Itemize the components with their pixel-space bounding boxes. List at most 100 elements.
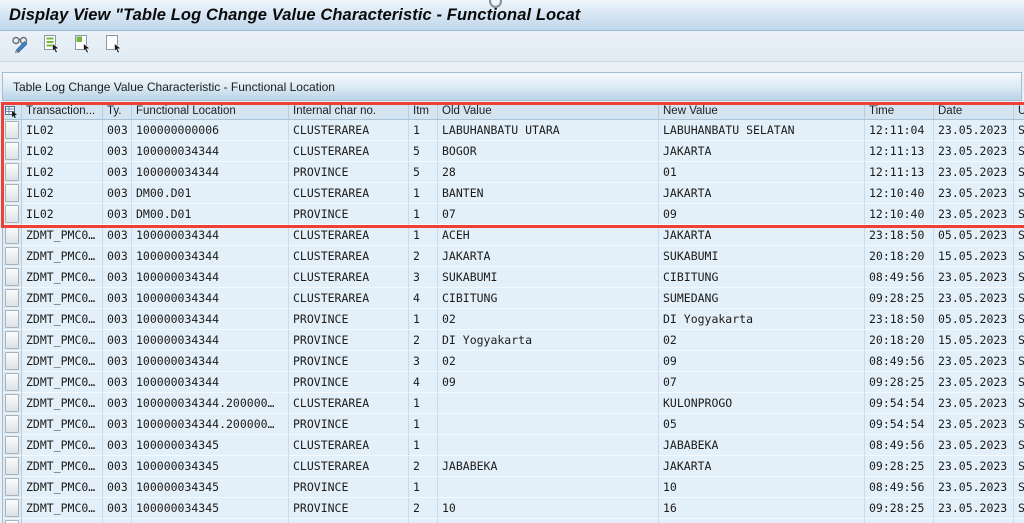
cell-date[interactable]: 23.05.2023: [934, 120, 1014, 141]
cell-itm[interactable]: 1: [409, 414, 438, 435]
cell-transaction[interactable]: ZDMT_PMC0…: [22, 498, 103, 519]
cell-date[interactable]: 23.05.2023: [934, 204, 1014, 225]
row-selector[interactable]: [3, 330, 22, 351]
row-selector-button[interactable]: [5, 310, 19, 328]
cell-date[interactable]: 23.05.2023: [934, 456, 1014, 477]
cell-itm[interactable]: 4: [409, 288, 438, 309]
cell-functional-location[interactable]: 100000034344: [132, 162, 289, 183]
cell-time[interactable]: 12:10:40: [865, 183, 934, 204]
column-header-date[interactable]: Date: [934, 104, 1014, 120]
cell-functional-location[interactable]: DM00.D01: [132, 183, 289, 204]
cell-itm[interactable]: 5: [409, 162, 438, 183]
cell-user[interactable]: S: [1014, 267, 1024, 288]
cell-type[interactable]: 003: [103, 225, 132, 246]
cell-functional-location[interactable]: 100000034344: [132, 225, 289, 246]
row-selector[interactable]: [3, 456, 22, 477]
cell-new-value[interactable]: 10: [659, 477, 865, 498]
cell-transaction[interactable]: IL02: [22, 120, 103, 141]
cell-user[interactable]: S: [1014, 330, 1024, 351]
cell-itm[interactable]: 1: [409, 225, 438, 246]
cell-functional-location[interactable]: 100000034344: [132, 246, 289, 267]
cell-itm[interactable]: 1: [409, 435, 438, 456]
cell-new-value[interactable]: JAKARTA: [659, 456, 865, 477]
cell-old-value[interactable]: LABUHANBATU UTARA: [438, 120, 659, 141]
row-selector-button[interactable]: [5, 394, 19, 412]
cell-date[interactable]: 05.05.2023: [934, 225, 1014, 246]
row-selector[interactable]: [3, 204, 22, 225]
cell-new-value[interactable]: 05: [659, 414, 865, 435]
cell-old-value[interactable]: JABABEKA: [438, 456, 659, 477]
cell-type[interactable]: 003: [103, 246, 132, 267]
cell-date[interactable]: 05.05.2023: [934, 309, 1014, 330]
cell-old-value[interactable]: 09: [438, 372, 659, 393]
row-selector-button[interactable]: [5, 184, 19, 202]
cell-date[interactable]: 23.05.2023: [934, 414, 1014, 435]
row-selector-button[interactable]: [5, 352, 19, 370]
row-selector[interactable]: [3, 309, 22, 330]
cell-old-value[interactable]: [438, 435, 659, 456]
cell-itm[interactable]: 1: [409, 309, 438, 330]
cell-transaction[interactable]: ZDMT_PMC0…: [22, 435, 103, 456]
row-selector[interactable]: [3, 267, 22, 288]
cell-type[interactable]: 003: [103, 351, 132, 372]
cell-date[interactable]: 15.05.2023: [934, 330, 1014, 351]
cell-itm[interactable]: 3: [409, 351, 438, 372]
cell-time[interactable]: 08:49:56: [865, 267, 934, 288]
cell-transaction[interactable]: ZDMT_PMC0…: [22, 393, 103, 414]
cell-functional-location[interactable]: 100000034345: [132, 498, 289, 519]
cell-old-value[interactable]: 02: [438, 309, 659, 330]
cell-transaction[interactable]: ZDMT_PMC0…: [22, 246, 103, 267]
cell-functional-location[interactable]: 100000034344: [132, 351, 289, 372]
cell-user[interactable]: S: [1014, 141, 1024, 162]
cell-time[interactable]: 12:11:13: [865, 162, 934, 183]
cell-internal-char-no[interactable]: CLUSTERAREA: [289, 120, 409, 141]
cell-functional-location[interactable]: 100000034345: [132, 435, 289, 456]
cell-itm[interactable]: 4: [409, 372, 438, 393]
row-selector[interactable]: [3, 498, 22, 519]
cell-new-value[interactable]: JAKARTA: [659, 183, 865, 204]
cell-old-value[interactable]: 02: [438, 351, 659, 372]
cell-type[interactable]: 003: [103, 162, 132, 183]
row-selector[interactable]: [3, 288, 22, 309]
cell-transaction[interactable]: ZDMT_PMC0…: [22, 414, 103, 435]
cell-time[interactable]: 09:28:25: [865, 456, 934, 477]
cell-functional-location[interactable]: 100000034344: [132, 267, 289, 288]
cell-internal-char-no[interactable]: CLUSTERAREA: [289, 456, 409, 477]
column-header-internal-char-no[interactable]: Internal char no.: [289, 104, 409, 120]
cell-functional-location[interactable]: 100000034344: [132, 372, 289, 393]
cell-internal-char-no[interactable]: PROVINCE: [289, 309, 409, 330]
cell-old-value[interactable]: [438, 414, 659, 435]
cell-internal-char-no[interactable]: CLUSTERAREA: [289, 183, 409, 204]
cell-new-value[interactable]: CIBITUNG: [659, 267, 865, 288]
cell-transaction[interactable]: IL02: [22, 204, 103, 225]
row-selector-button[interactable]: [5, 415, 19, 433]
cell-old-value[interactable]: 07: [438, 204, 659, 225]
cell-time[interactable]: 09:54:54: [865, 393, 934, 414]
row-selector-button[interactable]: [5, 226, 19, 244]
cell-itm[interactable]: 5: [409, 141, 438, 162]
cell-new-value[interactable]: SUKABUMI: [659, 246, 865, 267]
cell-user[interactable]: S: [1014, 414, 1024, 435]
position-button[interactable]: [103, 36, 123, 56]
cell-old-value[interactable]: BOGOR: [438, 141, 659, 162]
cell-internal-char-no[interactable]: CLUSTERAREA: [289, 141, 409, 162]
cell-functional-location[interactable]: 100000034344.200000…: [132, 393, 289, 414]
cell-new-value[interactable]: 09: [659, 351, 865, 372]
cell-itm[interactable]: 2: [409, 456, 438, 477]
cell-itm[interactable]: 1: [409, 204, 438, 225]
column-header-old-value[interactable]: Old Value: [438, 104, 659, 120]
cell-type[interactable]: 003: [103, 330, 132, 351]
cell-user[interactable]: S: [1014, 183, 1024, 204]
cell-time[interactable]: 08:49:56: [865, 351, 934, 372]
row-selector[interactable]: [3, 351, 22, 372]
cell-type[interactable]: 003: [103, 498, 132, 519]
cell-transaction[interactable]: ZDMT_PMC0…: [22, 309, 103, 330]
row-selector-button[interactable]: [5, 331, 19, 349]
cell-time[interactable]: 12:11:04: [865, 120, 934, 141]
row-selector[interactable]: [3, 246, 22, 267]
cell-user[interactable]: S: [1014, 204, 1024, 225]
cell-user[interactable]: S: [1014, 246, 1024, 267]
row-selector[interactable]: [3, 435, 22, 456]
cell-internal-char-no[interactable]: CLUSTERAREA: [289, 267, 409, 288]
cell-date[interactable]: 23.05.2023: [934, 141, 1014, 162]
